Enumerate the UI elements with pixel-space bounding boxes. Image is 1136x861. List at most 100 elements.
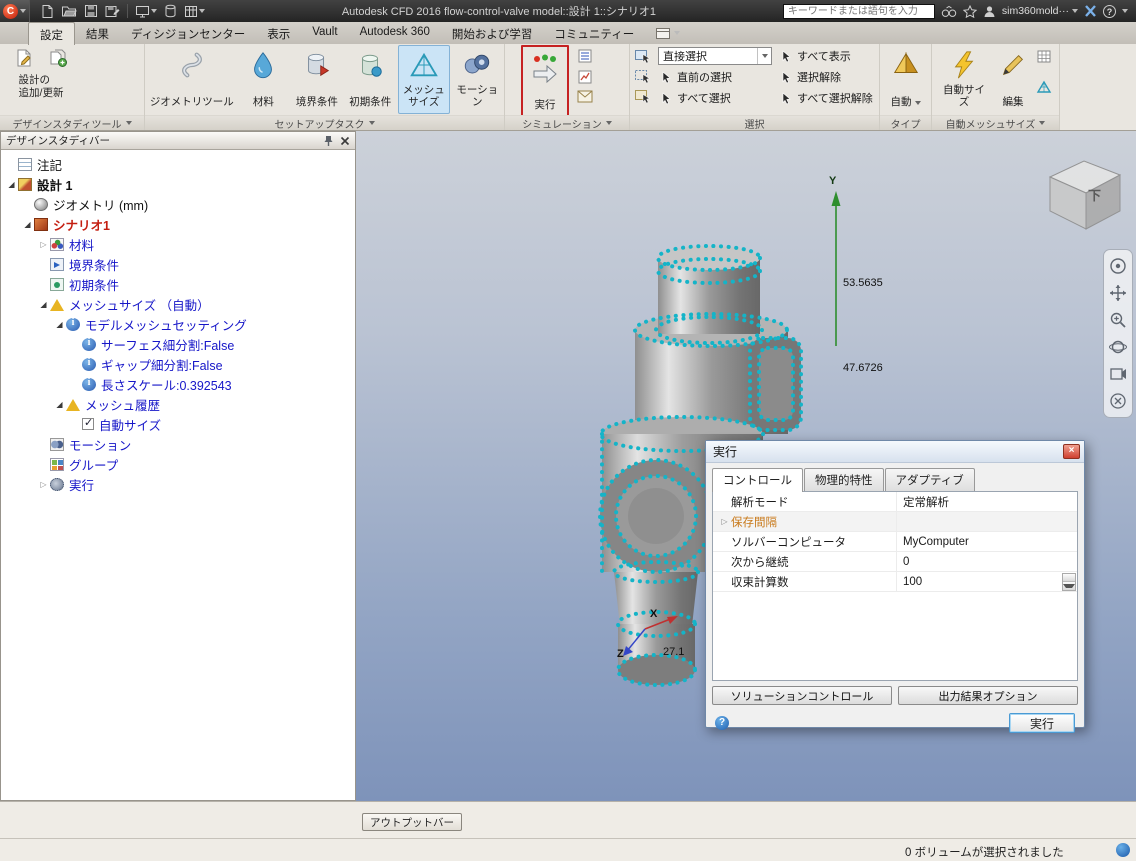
design-study-bar-header[interactable]: デザインスタディバー: [1, 132, 355, 150]
tree-item[interactable]: メッシュ履歴: [1, 394, 355, 414]
dialog-tab[interactable]: アダプティブ: [884, 468, 975, 491]
tree-item[interactable]: 長さスケール:0.392543: [1, 374, 355, 394]
close-panel-icon[interactable]: [340, 136, 350, 146]
group-label-design-study[interactable]: デザインスタディツール: [0, 115, 144, 131]
property-value-cell[interactable]: [897, 512, 1077, 531]
select-adjacent-icon[interactable]: [634, 88, 652, 104]
tree-item[interactable]: 注記: [1, 154, 355, 174]
menu-tab-community[interactable]: コミュニティー: [543, 22, 645, 44]
show-all-button[interactable]: すべて表示: [778, 47, 875, 65]
tree-item[interactable]: ジオメトリ (mm): [1, 194, 355, 214]
menu-tab-view[interactable]: 表示: [256, 22, 301, 44]
design-add-update-button[interactable]: 設計の 追加/更新: [0, 44, 76, 100]
group-label-type[interactable]: タイプ: [880, 115, 931, 131]
tree-expander-icon[interactable]: [5, 180, 18, 189]
tree-item[interactable]: シナリオ1: [1, 214, 355, 234]
menu-tab-results[interactable]: 結果: [75, 22, 120, 44]
email-notification-icon[interactable]: [577, 90, 593, 103]
username[interactable]: sim360mold···: [1002, 5, 1078, 17]
edit-mesh-button[interactable]: 編集: [993, 45, 1033, 114]
solution-control-button[interactable]: ソリューションコントロール: [712, 686, 892, 705]
status-indicator-icon[interactable]: [1116, 843, 1130, 857]
dropdown-arrow-icon[interactable]: [757, 48, 771, 64]
tree-expander-icon[interactable]: [53, 320, 66, 329]
property-value-cell[interactable]: 100: [897, 572, 1077, 591]
tree-item[interactable]: モーション: [1, 434, 355, 454]
menu-tab-settings[interactable]: 設定: [28, 22, 75, 45]
run-confirm-button[interactable]: 実行: [1009, 713, 1075, 733]
viewcube-face-label[interactable]: 下: [1088, 185, 1101, 204]
tree-item[interactable]: ギャップ細分割:False: [1, 354, 355, 374]
group-label-setup-tasks[interactable]: セットアップタスク: [145, 115, 504, 131]
orbit-icon[interactable]: [1108, 337, 1128, 357]
menu-tab-decision-center[interactable]: ディシジョンセンター: [120, 22, 256, 44]
menu-tab-autodesk-360[interactable]: Autodesk 360: [349, 22, 441, 44]
group-label-simulation[interactable]: シミュレーション: [505, 115, 629, 131]
dialog-tab[interactable]: 物理的特性: [804, 468, 884, 491]
results-summary-icon[interactable]: [577, 69, 593, 85]
tree-item[interactable]: 境界条件: [1, 254, 355, 274]
geometry-tools-button[interactable]: ジオメトリツール: [148, 45, 236, 114]
search-icon[interactable]: [941, 5, 957, 18]
property-row[interactable]: 解析モード 定常解析: [713, 492, 1077, 512]
close-navbar-icon[interactable]: [1108, 391, 1128, 411]
direct-selection-dropdown[interactable]: 直接選択: [658, 47, 772, 65]
tree-item[interactable]: 実行: [1, 474, 355, 494]
dialog-help-icon[interactable]: [715, 716, 729, 730]
help-menu-arrow-icon[interactable]: [1122, 9, 1128, 13]
output-options-button[interactable]: 出力結果オプション: [898, 686, 1078, 705]
tree-expander-icon[interactable]: [37, 240, 50, 249]
pin-icon[interactable]: [323, 135, 334, 147]
workspace-switcher-icon[interactable]: [655, 27, 681, 40]
search-input[interactable]: [782, 3, 935, 19]
tree-expander-icon[interactable]: [37, 300, 50, 309]
motion-button[interactable]: モーション: [452, 45, 503, 114]
menu-tab-getting-started[interactable]: 開始および学習: [441, 22, 544, 44]
menu-tab-vault[interactable]: Vault: [301, 22, 348, 44]
tree-item[interactable]: モデルメッシュセッティング: [1, 314, 355, 334]
look-at-icon[interactable]: [1108, 364, 1128, 384]
close-dialog-icon[interactable]: [1063, 444, 1080, 459]
database-icon[interactable]: [162, 2, 179, 20]
group-label-selection[interactable]: 選択: [630, 115, 879, 131]
favorites-star-icon[interactable]: [962, 4, 977, 18]
screen-layout-icon[interactable]: [133, 2, 159, 20]
run-dialog-titlebar[interactable]: 実行: [706, 441, 1084, 463]
tree-expander-icon[interactable]: [37, 480, 50, 489]
deselect-button[interactable]: 選択解除: [778, 68, 875, 86]
property-value-cell[interactable]: 定常解析: [897, 492, 1077, 511]
tree-item[interactable]: 自動サイズ: [1, 414, 355, 434]
mesh-preview-icon[interactable]: [1036, 79, 1052, 95]
full-navigation-wheel-icon[interactable]: [1108, 256, 1128, 276]
tree-item[interactable]: 設計 1: [1, 174, 355, 194]
new-file-icon[interactable]: [38, 2, 56, 20]
tree-item[interactable]: 材料: [1, 234, 355, 254]
save-as-icon[interactable]: [103, 2, 122, 20]
tree-expander-icon[interactable]: [53, 400, 66, 409]
select-window-icon[interactable]: [634, 68, 652, 84]
tree-item[interactable]: グループ: [1, 454, 355, 474]
app-menu-button[interactable]: C: [0, 0, 30, 22]
tree-item[interactable]: サーフェス細分割:False: [1, 334, 355, 354]
auto-type-button[interactable]: 自動: [883, 45, 929, 114]
user-icon[interactable]: [983, 5, 996, 18]
deselect-all-button[interactable]: すべて選択解除: [778, 89, 875, 107]
solve-button[interactable]: 実行: [524, 48, 566, 117]
mesh-size-button[interactable]: メッシュ サイズ: [398, 45, 450, 114]
autosize-button[interactable]: 自動サイズ: [937, 45, 991, 114]
materials-button[interactable]: 材料: [238, 45, 289, 114]
help-icon[interactable]: [1103, 4, 1116, 18]
previous-selection-button[interactable]: 直前の選択: [658, 68, 772, 86]
boundary-conditions-button[interactable]: 境界条件: [291, 45, 342, 114]
solution-monitor-icon[interactable]: [577, 48, 593, 64]
row-expander-icon[interactable]: [718, 517, 731, 526]
property-value-cell[interactable]: 0: [897, 552, 1077, 571]
dialog-tab[interactable]: コントロール: [712, 468, 803, 492]
property-value-cell[interactable]: MyComputer: [897, 532, 1077, 551]
select-volumes-icon[interactable]: [634, 48, 652, 64]
open-file-icon[interactable]: [59, 2, 79, 20]
group-label-auto-mesh-size[interactable]: 自動メッシュサイズ: [932, 115, 1059, 131]
mesh-table-icon[interactable]: [1036, 49, 1052, 65]
tree-item[interactable]: 初期条件: [1, 274, 355, 294]
property-row[interactable]: 収束計算数 100: [713, 572, 1077, 592]
